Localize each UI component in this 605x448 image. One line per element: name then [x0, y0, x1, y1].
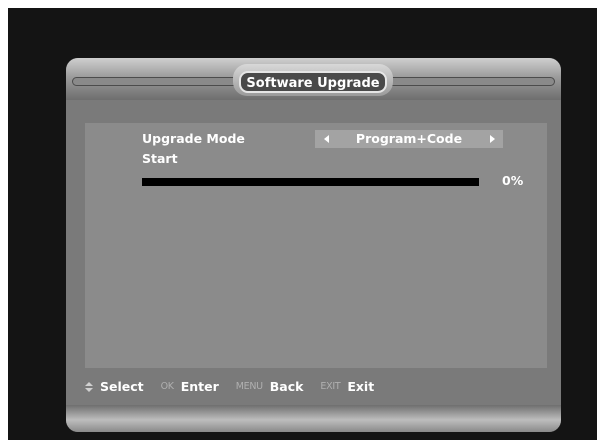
upgrade-progress-bar: [142, 178, 479, 186]
hint-select-label: Select: [99, 379, 144, 394]
window-header: Software Upgrade: [66, 58, 561, 100]
settings-content: Upgrade Mode Program+Code Start 0%: [85, 123, 547, 368]
upgrade-mode-selector[interactable]: Program+Code: [315, 130, 503, 148]
hint-exit-label: Exit: [347, 379, 375, 394]
tv-screen: Software Upgrade Upgrade Mode Program+Co…: [8, 8, 597, 440]
upgrade-mode-value: Program+Code: [355, 131, 463, 146]
key-hints-bar: Select OK Enter MENU Back EXIT Exit: [85, 376, 547, 398]
upgrade-mode-label: Upgrade Mode: [142, 131, 245, 146]
hint-enter-label: Enter: [180, 379, 219, 394]
progress-percent: 0%: [502, 173, 524, 188]
header-decor-left: [72, 77, 239, 86]
window-footer-bezel: [66, 405, 561, 432]
hint-back-label: Back: [269, 379, 304, 394]
window-title: Software Upgrade: [239, 71, 387, 93]
hint-ok-key: OK: [160, 381, 174, 392]
header-decor-right: [388, 77, 555, 86]
arrow-right-icon[interactable]: [490, 135, 495, 143]
hint-exit-key: EXIT: [320, 381, 341, 392]
software-upgrade-window: Software Upgrade Upgrade Mode Program+Co…: [66, 58, 561, 432]
start-button[interactable]: Start: [142, 151, 178, 167]
up-down-arrows-icon: [85, 376, 93, 398]
hint-menu-key: MENU: [235, 381, 263, 392]
